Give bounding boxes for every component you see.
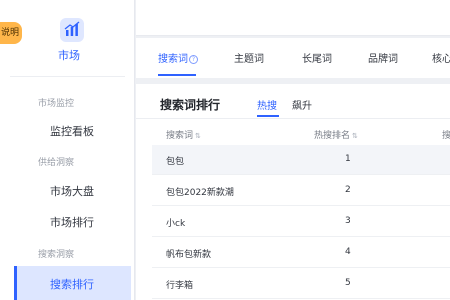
tab-brand-word[interactable]: 品牌词	[368, 50, 398, 65]
sidebar-item-market-ranking[interactable]: 市场排行	[50, 214, 94, 230]
tab-search-word[interactable]: 搜索词?	[158, 50, 198, 65]
search-ranking-card: 搜索词排行 热搜 飙升 搜索词 ⇅ 热搜排名 ⇅ 搜 包包 1 包包2022新款潮 …	[136, 84, 450, 300]
sidebar-item-monitor-board[interactable]: 监控看板	[50, 123, 94, 139]
sidebar: 说明 市场 市场监控 监控看板 供给洞察 市场大盘 市场排行 搜索洞察 搜索排行	[0, 0, 135, 300]
sidebar-item-market-overview[interactable]: 市场大盘	[50, 183, 94, 199]
rank-cell: 3	[345, 216, 351, 226]
rank-cell: 4	[345, 247, 351, 257]
rank-cell: 5	[345, 278, 351, 288]
column-header-search[interactable]: 搜	[442, 128, 450, 141]
table-row[interactable]: 行李箱 5	[152, 269, 450, 299]
card-title: 搜索词排行	[160, 98, 221, 112]
keyword-cell: 帆布包新款	[166, 250, 212, 260]
sidebar-group-supply-insight: 供给洞察	[38, 158, 75, 168]
sidebar-item-search-ranking-label: 搜索排行	[50, 278, 94, 291]
keyword-cell: 小ck	[166, 219, 186, 229]
sort-icon[interactable]: ⇅	[195, 132, 201, 140]
tab-search-word-label: 搜索词	[158, 54, 188, 65]
sort-icon[interactable]: ⇅	[352, 132, 358, 140]
active-indicator	[14, 266, 17, 300]
column-header-keyword: 搜索词 ⇅	[166, 131, 201, 141]
tab-underline	[158, 74, 196, 76]
tab-topic-word[interactable]: 主题词	[234, 50, 264, 65]
column-header-hot-rank[interactable]: 热搜排名 ⇅	[314, 128, 358, 141]
explain-badge[interactable]: 说明	[0, 22, 22, 44]
explain-badge-label: 说明	[1, 28, 20, 38]
sidebar-divider	[10, 76, 125, 77]
market-module-label[interactable]: 市场	[58, 47, 80, 63]
sidebar-group-market-monitor: 市场监控	[38, 99, 75, 109]
subtab-hot[interactable]: 热搜	[257, 97, 277, 112]
tab-long-tail-word[interactable]: 长尾词	[302, 50, 332, 65]
rank-cell: 1	[345, 154, 351, 164]
keyword-tabs: 搜索词? 主题词 长尾词 品牌词 核心	[136, 38, 450, 78]
top-header	[136, 0, 450, 36]
keyword-cell: 包包2022新款潮	[166, 188, 234, 198]
card-divider	[136, 118, 450, 119]
help-circle-icon[interactable]: ?	[189, 55, 198, 64]
table-row[interactable]: 小ck 3	[152, 207, 450, 237]
app-window: 说明 市场 市场监控 监控看板 供给洞察 市场大盘 市场排行 搜索洞察 搜索排行…	[0, 0, 450, 300]
rank-cell: 2	[345, 185, 351, 195]
subtab-underline	[257, 115, 279, 117]
market-chart-icon[interactable]	[60, 18, 84, 42]
keyword-cell: 包包	[166, 157, 185, 167]
table-row[interactable]: 帆布包新款 4	[152, 238, 450, 268]
main-content: 搜索词? 主题词 长尾词 品牌词 核心 搜索词排行 热搜 飙升 搜索词 ⇅ 热搜排…	[136, 0, 450, 300]
table-row[interactable]: 包包 1	[152, 145, 450, 175]
table-row[interactable]: 包包2022新款潮 2	[152, 176, 450, 206]
subtab-rising[interactable]: 飙升	[292, 97, 312, 112]
keyword-cell: 行李箱	[166, 281, 194, 291]
tab-core-word[interactable]: 核心	[432, 50, 450, 65]
sidebar-group-search-insight: 搜索洞察	[38, 250, 75, 260]
